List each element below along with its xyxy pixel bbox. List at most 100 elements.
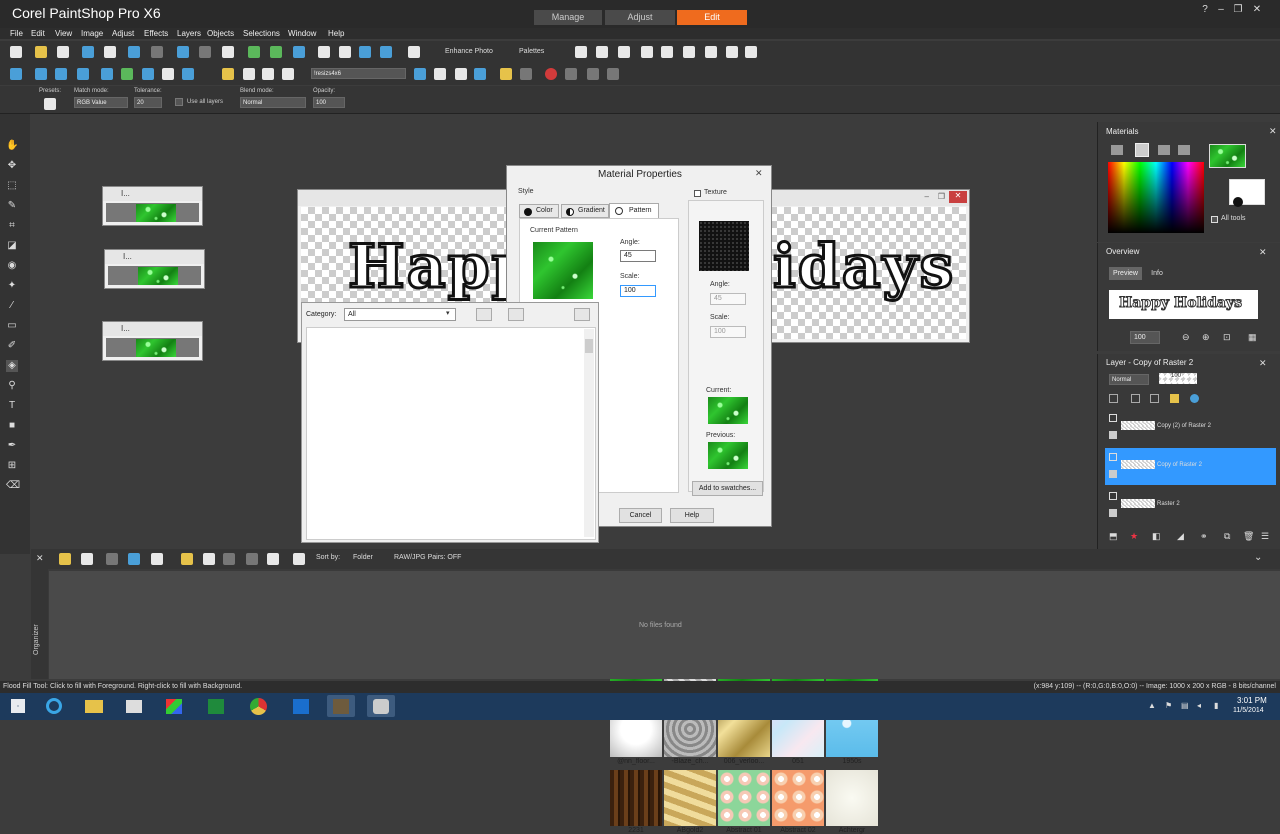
menu-image[interactable]: Image: [81, 29, 103, 38]
script-output-icon[interactable]: [745, 46, 757, 58]
media-taskbar-icon[interactable]: [160, 695, 188, 717]
organizer-edit-icon[interactable]: [106, 553, 118, 565]
dropper-icon[interactable]: ✎: [6, 200, 18, 212]
menu-layers[interactable]: Layers: [177, 29, 201, 38]
layer-menu-icon[interactable]: ☰: [1261, 531, 1269, 542]
texture-swatch[interactable]: [699, 221, 749, 271]
script-settings-icon[interactable]: [455, 68, 467, 80]
organizer-select-icon[interactable]: [267, 553, 279, 565]
fit-icon[interactable]: ⊡: [1223, 332, 1231, 343]
previous-swatch[interactable]: [708, 442, 748, 469]
scratch-remover-icon[interactable]: ▭: [6, 320, 18, 332]
close-button[interactable]: ✕: [1250, 4, 1264, 18]
view-details-icon[interactable]: [508, 308, 524, 321]
mixer-icon[interactable]: [596, 46, 608, 58]
clone-icon[interactable]: ⁄: [6, 300, 18, 312]
zoom-in-icon[interactable]: ⊕: [1202, 332, 1210, 343]
mask-icon[interactable]: ◧: [1152, 531, 1161, 542]
lock-icon[interactable]: [1170, 394, 1179, 403]
menu-edit[interactable]: Edit: [31, 29, 45, 38]
pan-icon[interactable]: ✋: [6, 140, 18, 152]
brush-variance-icon[interactable]: [661, 46, 673, 58]
opacity-input[interactable]: 100: [313, 97, 345, 108]
flash-icon[interactable]: [243, 68, 255, 80]
material-mode-icon[interactable]: [1233, 197, 1243, 207]
tab-info[interactable]: Info: [1147, 267, 1167, 280]
organizer-collapse-icon[interactable]: ⌄: [1254, 552, 1262, 563]
tray-battery-icon[interactable]: ▮: [1214, 701, 1218, 710]
cancel-button[interactable]: Cancel: [619, 508, 662, 523]
foreground-material[interactable]: [1209, 144, 1246, 168]
zoom-out-icon[interactable]: [380, 46, 392, 58]
blend-mode-select[interactable]: Normal: [240, 97, 306, 108]
camera-taskbar-icon[interactable]: [367, 695, 395, 717]
menu-selections[interactable]: Selections: [243, 29, 280, 38]
pattern-thumb[interactable]: Achtergr: [826, 770, 878, 834]
palettes-menu[interactable]: Palettes: [519, 48, 544, 55]
explorer-taskbar-icon[interactable]: [80, 695, 108, 717]
category-select[interactable]: All: [344, 308, 456, 321]
histogram-icon[interactable]: [641, 46, 653, 58]
organizer-delete-icon[interactable]: [223, 553, 235, 565]
photo-icon[interactable]: [10, 68, 22, 80]
tab-adjust[interactable]: Adjust: [605, 10, 675, 25]
pattern-thumb[interactable]: Abstract 02: [772, 770, 824, 834]
crop-icon[interactable]: [162, 68, 174, 80]
fit-window-icon[interactable]: [339, 46, 351, 58]
resize-icon[interactable]: [222, 46, 234, 58]
flood-fill-preset-icon[interactable]: [44, 98, 56, 110]
scale-input[interactable]: 100: [620, 285, 656, 297]
stop-icon[interactable]: [520, 68, 532, 80]
pattern-thumb[interactable]: ABgold2: [664, 770, 716, 834]
help-button[interactable]: ?: [1198, 4, 1212, 18]
match-mode-select[interactable]: RGB Value: [74, 97, 128, 108]
organizer-folder-icon[interactable]: [59, 553, 71, 565]
effects-icon[interactable]: [1190, 394, 1199, 403]
view-list-icon[interactable]: [476, 308, 492, 321]
rotate-right-icon[interactable]: [270, 46, 282, 58]
dialog-close-icon[interactable]: ✕: [755, 168, 763, 179]
zoom-out-icon[interactable]: ⊖: [1182, 332, 1190, 343]
text-tool-icon[interactable]: T: [6, 400, 18, 412]
actual-size-icon[interactable]: ▦: [1248, 332, 1257, 343]
sun-icon[interactable]: [222, 68, 234, 80]
redo-icon[interactable]: [199, 46, 211, 58]
link-icon[interactable]: [1131, 394, 1140, 403]
layer-row[interactable]: Copy of Raster 2: [1105, 448, 1276, 485]
layer-palette-icon[interactable]: [575, 46, 587, 58]
minimized-image-window[interactable]: I...: [102, 321, 203, 361]
layer-blend-select[interactable]: Normal: [1109, 374, 1149, 385]
open-icon[interactable]: [35, 46, 47, 58]
menu-file[interactable]: File: [10, 29, 23, 38]
frame-icon[interactable]: [35, 68, 47, 80]
zoom-in-icon[interactable]: [359, 46, 371, 58]
delete-layer-icon[interactable]: 🗑: [1243, 531, 1254, 542]
rotate-left-icon[interactable]: [248, 46, 260, 58]
save-as-icon[interactable]: [104, 46, 116, 58]
layer-row[interactable]: Copy (2) of Raster 2: [1105, 409, 1276, 446]
save-script-icon[interactable]: [607, 68, 619, 80]
organizer-copy-icon[interactable]: [203, 553, 215, 565]
organizer-tag-icon[interactable]: [128, 553, 140, 565]
edit-script-icon[interactable]: [434, 68, 446, 80]
maximize-button[interactable]: ❐: [1231, 4, 1245, 18]
layer-visibility-icon[interactable]: [1109, 492, 1117, 500]
minimize-icon[interactable]: –: [925, 192, 929, 201]
restore-icon[interactable]: ❐: [938, 192, 945, 201]
minimized-image-window[interactable]: I...: [104, 249, 205, 289]
window-taskbar-icon[interactable]: [120, 695, 148, 717]
swatches-icon[interactable]: [1158, 145, 1170, 155]
menu-effects[interactable]: Effects: [144, 29, 168, 38]
smart-icon[interactable]: [182, 68, 194, 80]
tab-manage[interactable]: Manage: [534, 10, 602, 25]
organizer-share-icon[interactable]: [246, 553, 258, 565]
menu-view[interactable]: View: [55, 29, 72, 38]
cancel-record-icon[interactable]: [587, 68, 599, 80]
red-eye-icon[interactable]: ◉: [6, 260, 18, 272]
crop-tool-icon[interactable]: ⌗: [6, 220, 18, 232]
frame2-icon[interactable]: [55, 68, 67, 80]
help-button[interactable]: Help: [670, 508, 714, 523]
excel-taskbar-icon[interactable]: [202, 695, 230, 717]
grid-icon[interactable]: [318, 46, 330, 58]
info-icon[interactable]: [293, 46, 305, 58]
